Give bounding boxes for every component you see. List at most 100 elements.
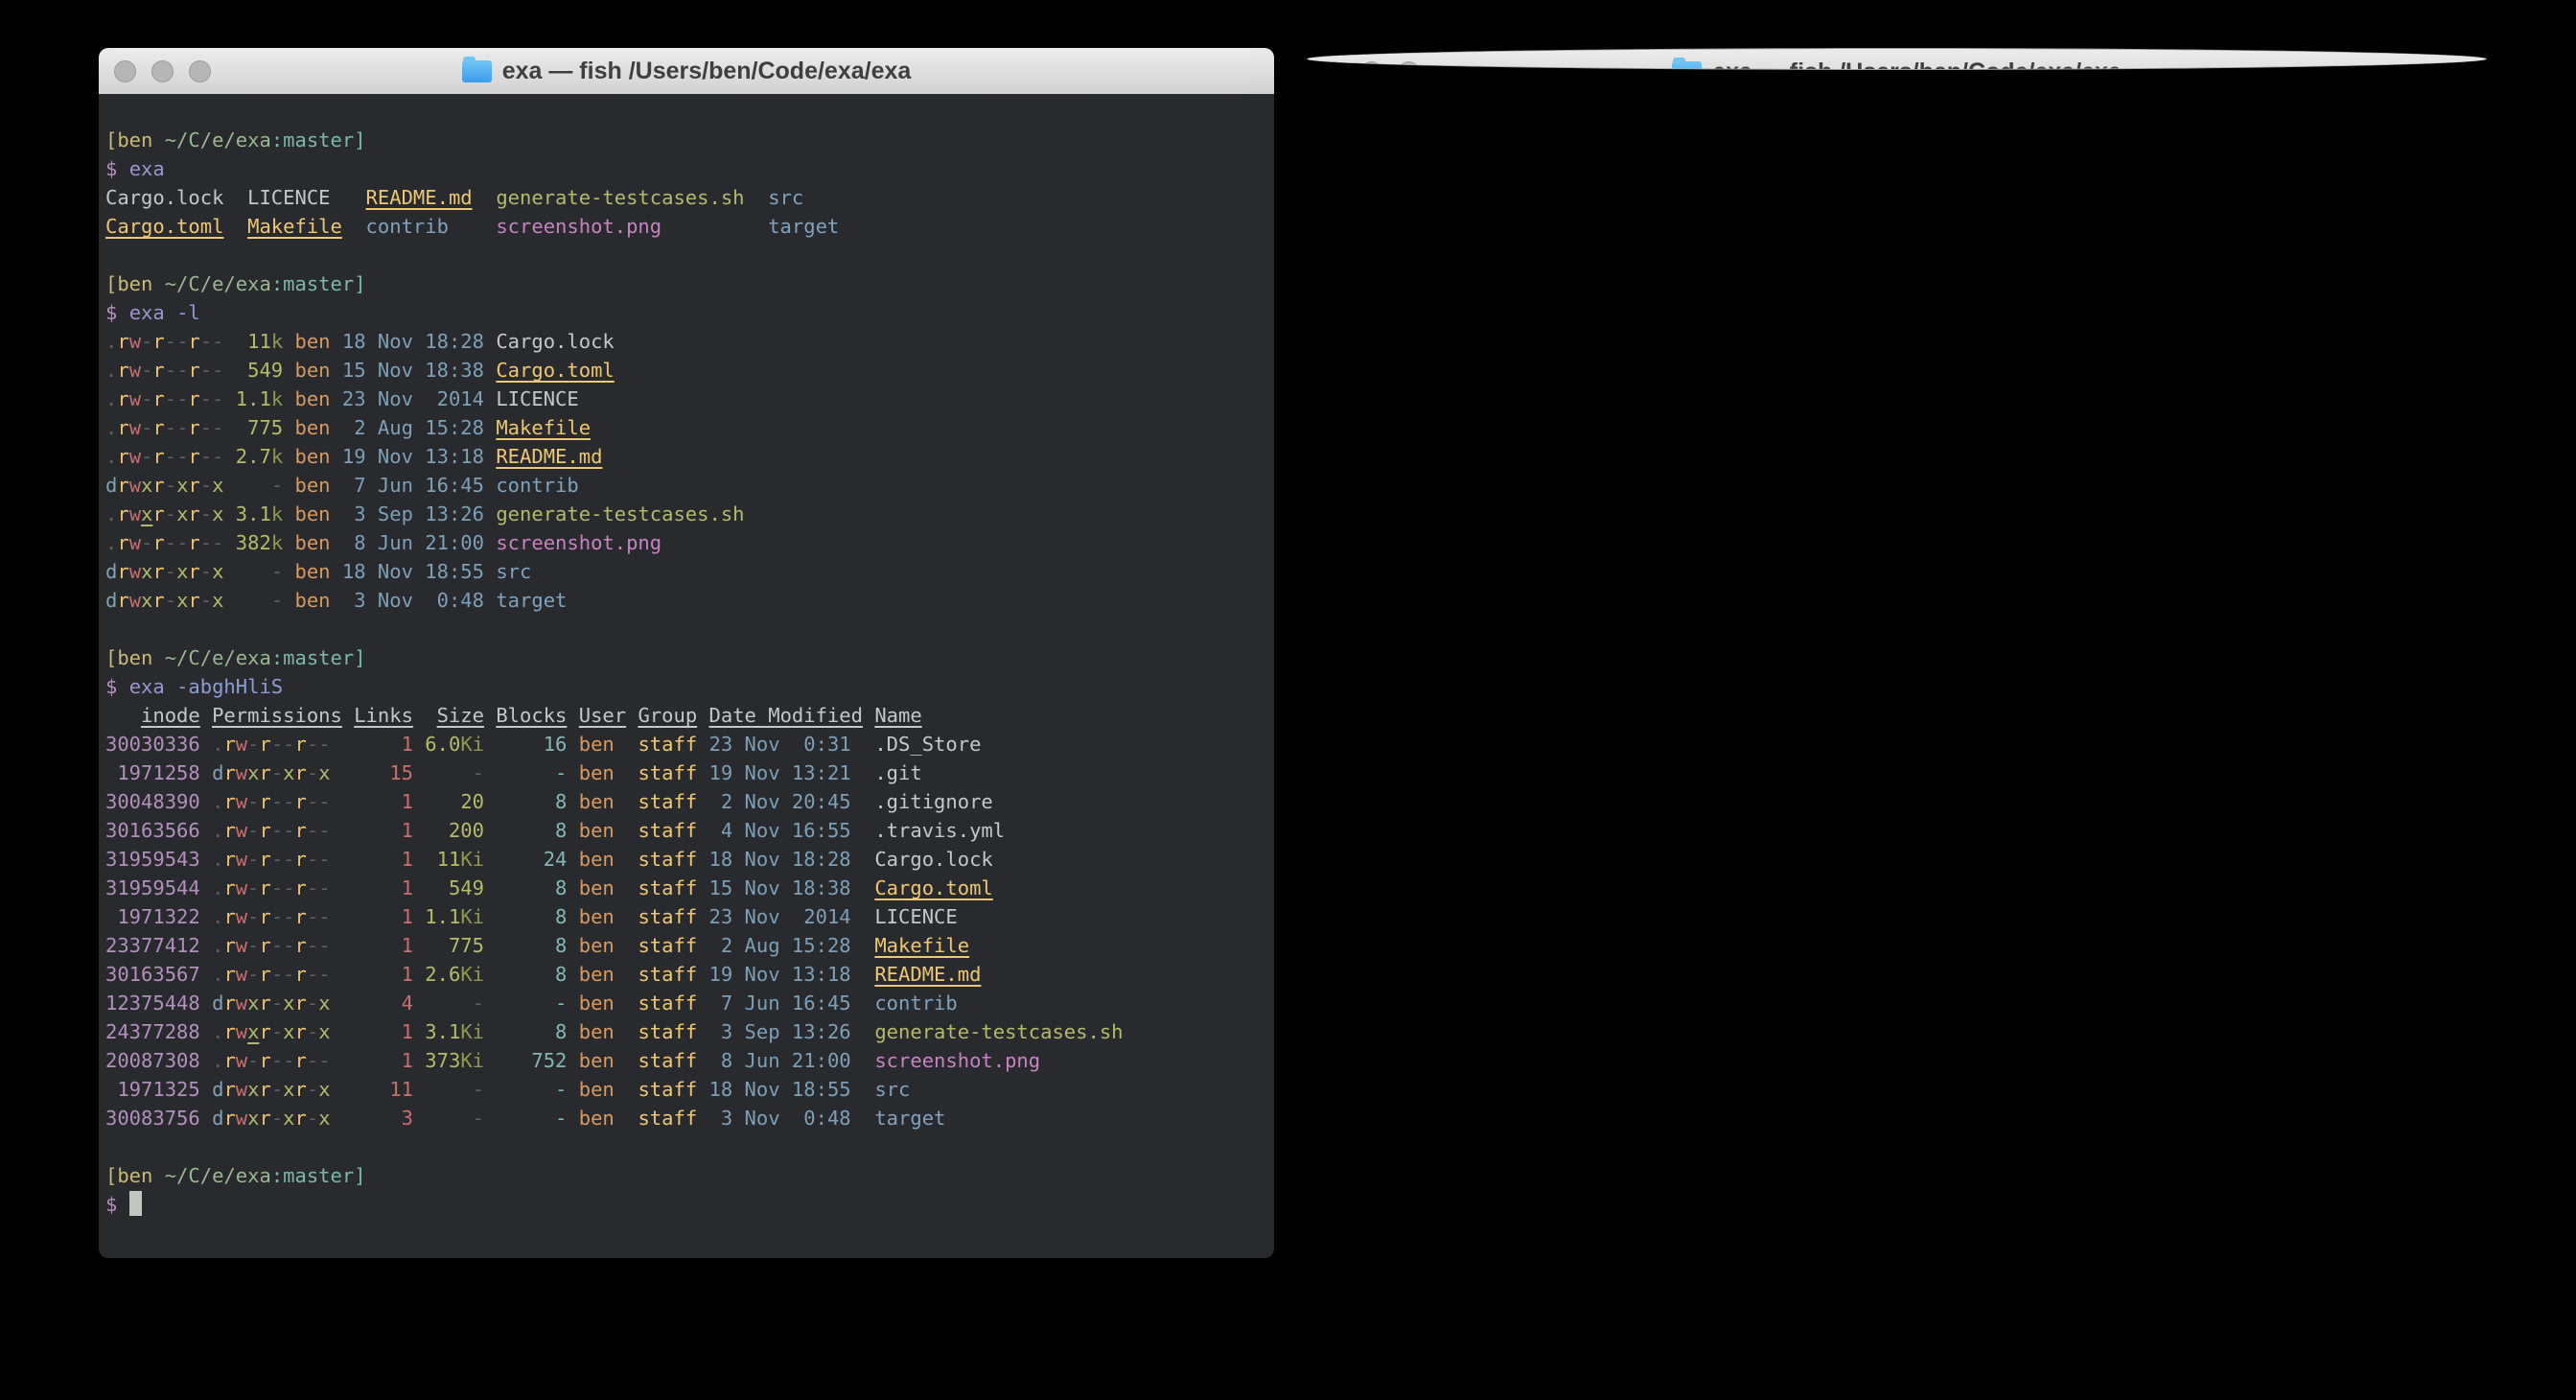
file-size: - [425, 1107, 484, 1130]
group-name: staff [638, 1107, 697, 1130]
perm-char: w [236, 733, 247, 756]
spacer [425, 1107, 472, 1130]
perm-char: - [283, 848, 294, 871]
terminal-line: 30048390 .rw-r--r-- 1 20 8 ben staff 2 N… [105, 787, 1270, 816]
date-modified: 23 Nov 0:31 [709, 733, 851, 756]
spacer [105, 704, 141, 727]
date-modified: 18 Nov 18:28 [342, 330, 484, 353]
perm-char: w [129, 560, 141, 583]
blocks-count: - [484, 761, 567, 784]
size-number: - [271, 560, 283, 583]
minimize-button[interactable] [1360, 61, 1382, 71]
prompt-symbol: $ [105, 675, 129, 698]
perm-char: - [318, 848, 330, 871]
perm-char: - [318, 790, 330, 813]
size-number: 2.7 [236, 445, 271, 468]
perm-char: r [223, 733, 235, 756]
owner-name: ben [579, 1107, 626, 1130]
perm-char: r [295, 761, 307, 784]
file-size: 3.1k [236, 502, 283, 525]
perm-char: - [271, 1020, 283, 1043]
size-number: - [271, 474, 283, 497]
perm-char: - [212, 359, 223, 382]
perm-char: r [152, 589, 164, 612]
perm-char: w [129, 330, 141, 353]
perm-char: - [247, 848, 259, 871]
spacer [697, 1107, 708, 1130]
links-count: 1 [331, 1049, 413, 1072]
size-unit: Ki [460, 848, 484, 871]
perm-char: w [236, 848, 247, 871]
perm-char: r [259, 992, 270, 1015]
perm-char: x [141, 474, 152, 497]
perm-char: r [259, 934, 270, 957]
perm-char: r [188, 589, 199, 612]
directory-name: src [496, 560, 531, 583]
spacer [413, 819, 425, 842]
perm-char: r [295, 1020, 307, 1043]
perm-char: - [307, 1078, 318, 1101]
terminal-line: [ben ~/C/e/exa:master] [105, 643, 1270, 672]
terminal-line: 30030336 .rw-r--r-- 1 6.0Ki 16 ben staff… [105, 730, 1270, 758]
spacer [484, 502, 496, 525]
perm-char: w [236, 876, 247, 899]
permissions: drwxr-xr-x [105, 589, 223, 612]
zoom-button[interactable] [1398, 61, 1420, 71]
terminal-line: 23377412 .rw-r--r-- 1 775 8 ben staff 2 … [105, 931, 1270, 960]
perm-char: w [236, 905, 247, 928]
perm-char: x [212, 560, 223, 583]
spacer [425, 848, 436, 871]
owner-name: ben [295, 589, 331, 612]
close-button[interactable] [114, 60, 136, 82]
perm-char: r [188, 560, 199, 583]
spacer [626, 1078, 638, 1101]
spacer [697, 819, 708, 842]
perm-char: x [247, 1107, 259, 1130]
owner-name: ben [295, 502, 331, 525]
terminal-line: .rw-r--r-- 2.7k ben 19 Nov 13:18 README.… [105, 442, 1270, 471]
image-file-name: screenshot.png [496, 531, 661, 554]
spacer [697, 790, 708, 813]
blocks-count: 8 [484, 963, 567, 986]
group-name: staff [638, 819, 697, 842]
close-button[interactable] [1323, 61, 1345, 71]
perm-char: - [271, 1049, 283, 1072]
perm-char: d [105, 560, 117, 583]
size-unit: Ki [460, 733, 484, 756]
spacer [697, 704, 708, 727]
zoom-button[interactable] [189, 60, 211, 82]
file-name: Cargo.lock [874, 848, 992, 871]
blocks-count: 16 [484, 733, 567, 756]
terminal-window-dark: exa — fish /Users/ben/Code/exa/exa [ben … [99, 48, 1274, 1258]
image-file-name: screenshot.png [874, 1049, 1040, 1072]
group-name: staff [638, 963, 697, 986]
permissions: .rw-r--r-- [105, 445, 223, 468]
spacer [484, 560, 496, 583]
perm-char: - [212, 531, 223, 554]
titlebar[interactable]: exa — fish /Users/ben/Code/exa/exa [99, 48, 1274, 95]
spacer [851, 819, 875, 842]
file-size: - [425, 1078, 484, 1101]
perm-char: x [141, 502, 152, 525]
spacer [697, 992, 708, 1015]
titlebar[interactable]: exa — fish /Users/ben/Code/exa/exa [1308, 49, 2486, 70]
spacer [697, 761, 708, 784]
spacer [626, 963, 638, 986]
spacer [626, 704, 638, 727]
spacer [283, 359, 294, 382]
perm-char: . [212, 905, 223, 928]
terminal-line: 20087308 .rw-r--r-- 1 373Ki 752 ben staf… [105, 1046, 1270, 1075]
minimize-button[interactable] [151, 60, 174, 82]
size-number: 200 [449, 819, 484, 842]
perm-char: - [307, 761, 318, 784]
perm-char: - [271, 905, 283, 928]
spacer [283, 416, 294, 439]
terminal-screen[interactable]: [ben ~/C/e/exa:master]$ exaCargo.lock LI… [99, 94, 1274, 1258]
inode: 31959544 [105, 876, 200, 899]
file-size: 1.1Ki [425, 905, 484, 928]
date-modified: 7 Jun 16:45 [709, 992, 851, 1015]
window-title: exa — fish /Users/ben/Code/exa/exa [462, 58, 912, 85]
perm-char: - [283, 934, 294, 957]
perm-char: r [223, 819, 235, 842]
owner-name: ben [295, 330, 331, 353]
